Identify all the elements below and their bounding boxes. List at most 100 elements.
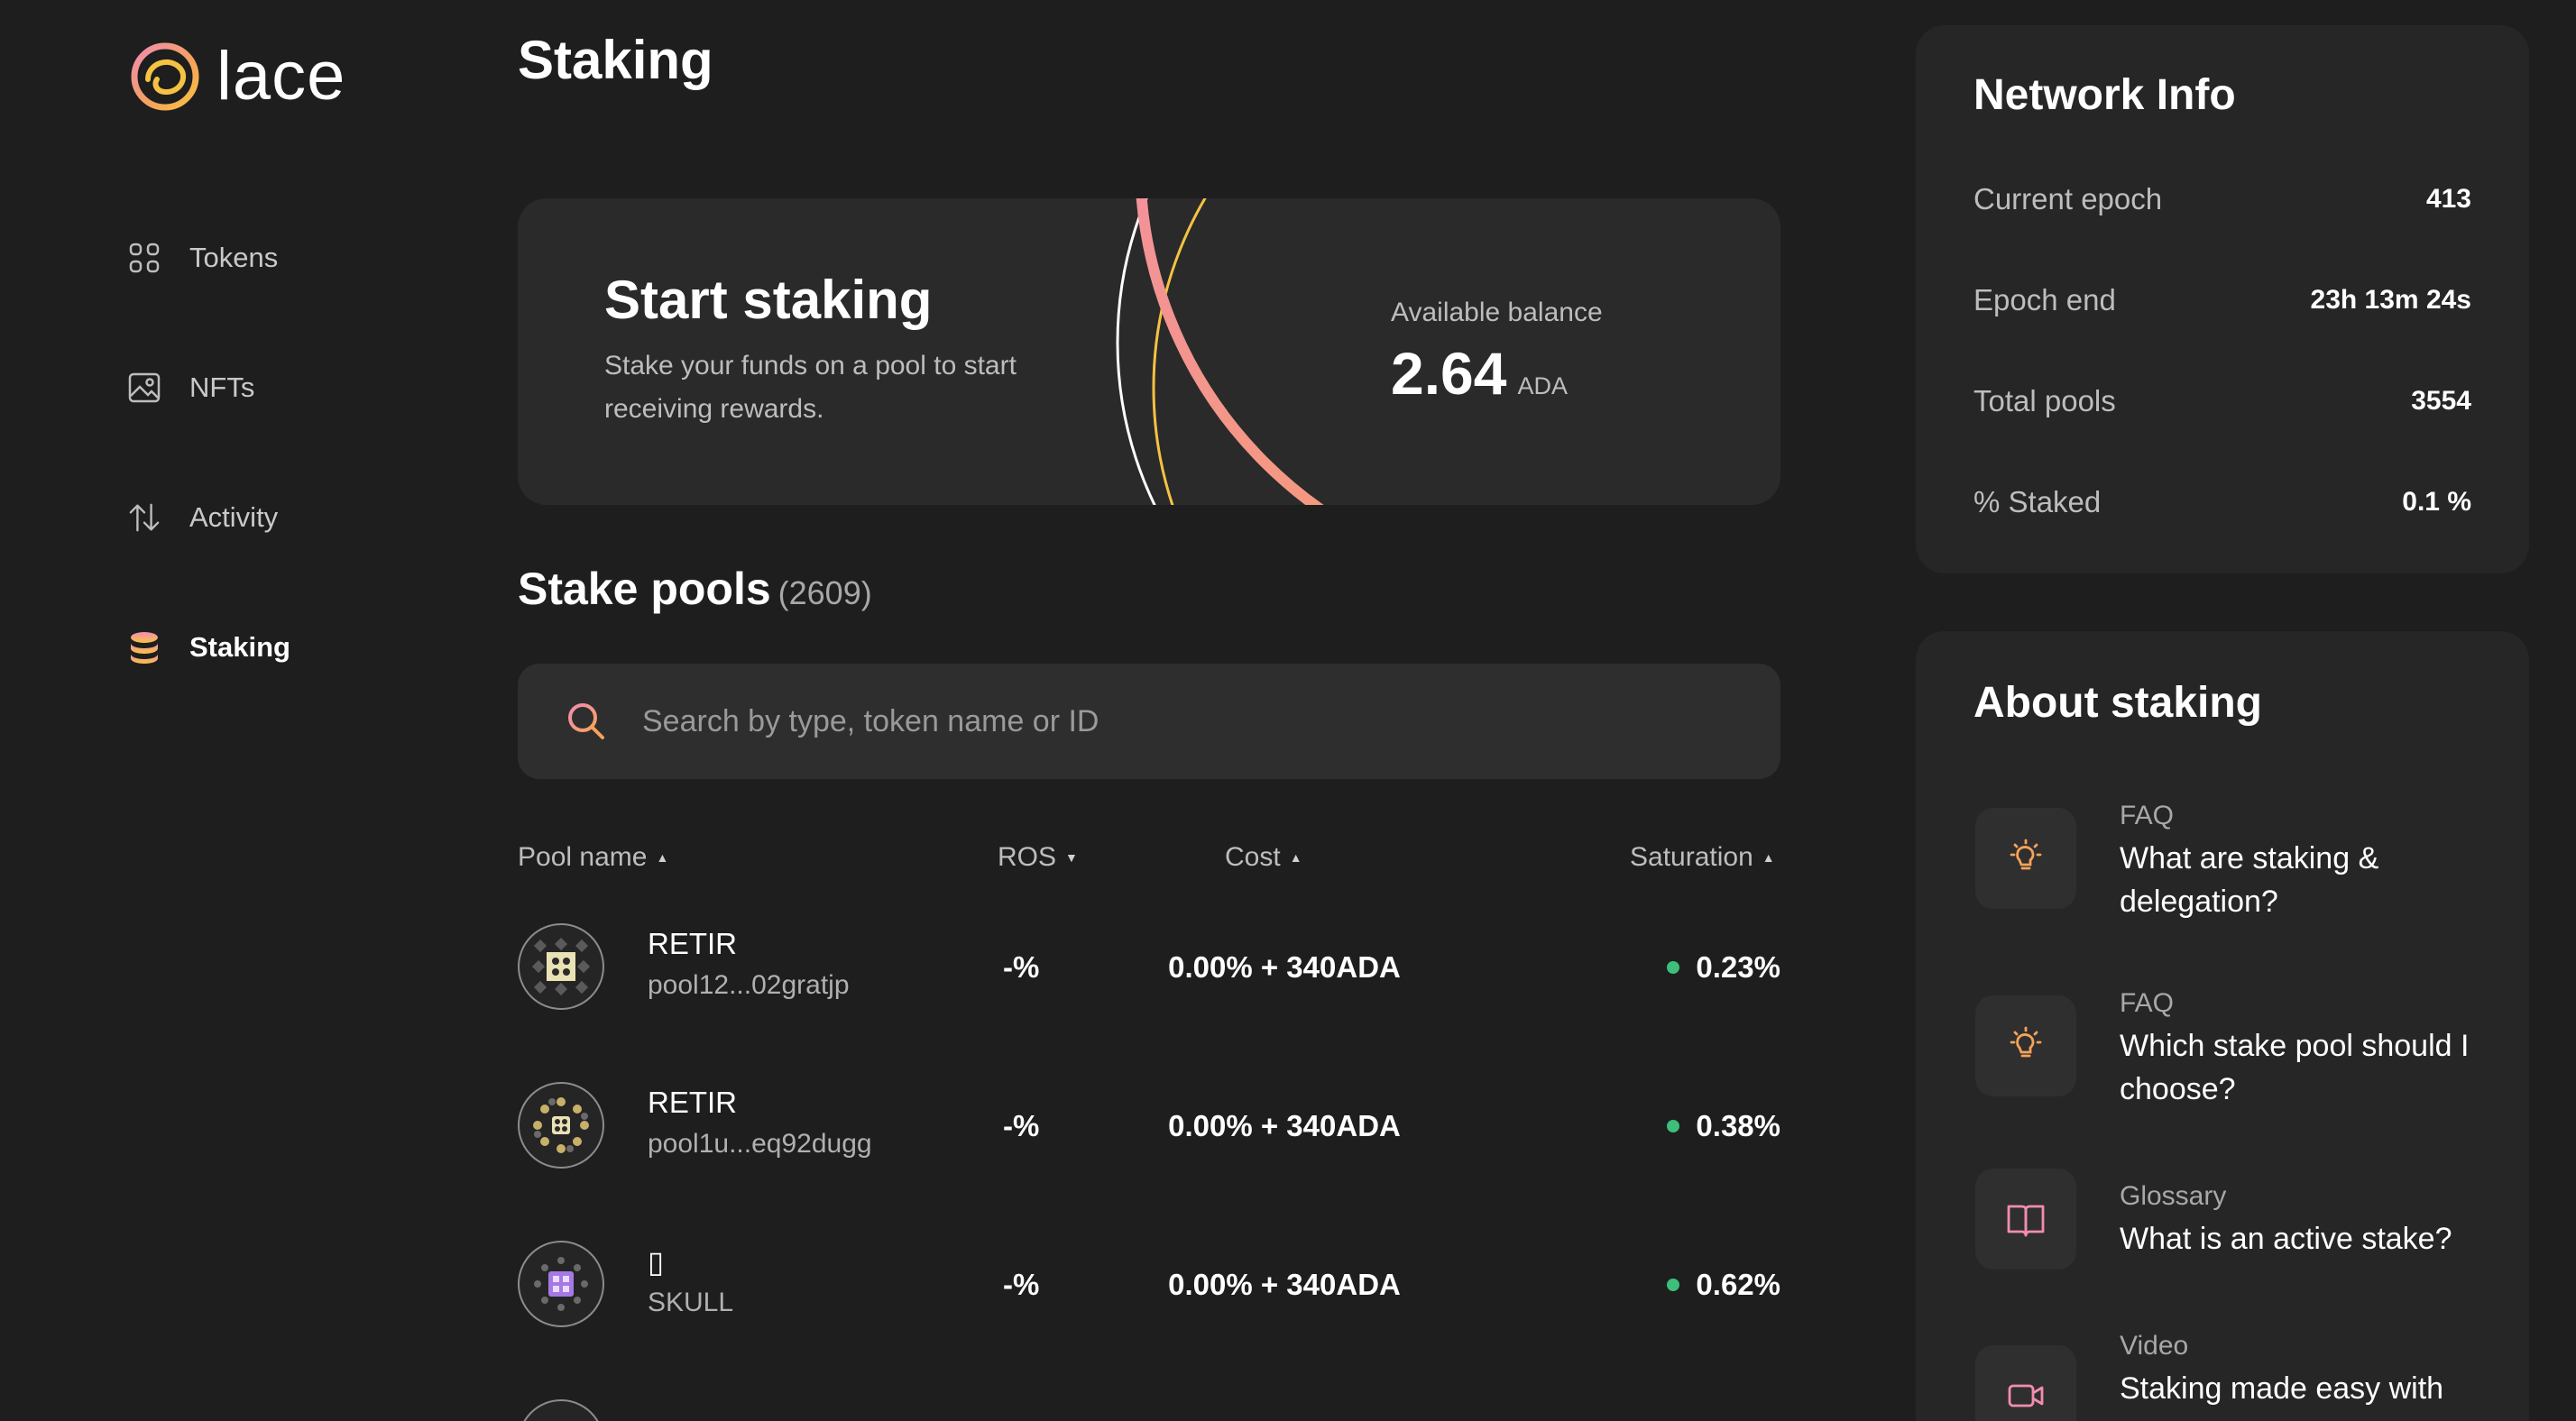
balance-unit: ADA <box>1517 372 1568 399</box>
saturation-status-dot <box>1667 1120 1680 1132</box>
pool-name: RETIR <box>648 927 737 960</box>
pool-avatar <box>518 923 604 1010</box>
lace-logo[interactable]: lace <box>128 40 345 114</box>
saturation-value: 0.62% <box>1696 1268 1780 1301</box>
saturation-status-dot <box>1667 961 1680 974</box>
pool-name: ▯ <box>648 1245 665 1279</box>
search-input[interactable] <box>642 664 1780 779</box>
column-header-cost[interactable]: Cost ▲ <box>1225 842 1302 873</box>
faq-question: What are staking & delegation? <box>2120 841 2379 919</box>
sidebar-item-label: NFTs <box>189 371 255 403</box>
info-value: 0.1 % <box>2402 487 2471 517</box>
coins-stack-icon <box>128 631 161 664</box>
info-value: 3554 <box>2411 386 2471 416</box>
info-value: 413 <box>2425 184 2471 214</box>
search-icon <box>568 703 604 739</box>
balance-value: 2.64 ADA <box>1391 339 1568 408</box>
sort-down-icon: ▼ <box>1065 850 1078 865</box>
glossary-kind: Glossary <box>2120 1181 2227 1211</box>
column-header-label: Saturation <box>1630 842 1753 872</box>
video-item-staking-made-easy[interactable]: Video Staking made easy with <box>1975 1331 2516 1421</box>
page-title: Staking <box>518 30 713 90</box>
sidebar-item-activity[interactable]: Activity <box>128 495 278 540</box>
pool-avatar <box>518 1399 604 1421</box>
logo-text: lace <box>216 38 346 115</box>
sort-up-icon: ▲ <box>1762 850 1775 865</box>
column-header-label: Cost <box>1225 842 1281 872</box>
video-title: Staking made easy with <box>2120 1371 2444 1406</box>
balance-label: Available balance <box>1391 298 1603 327</box>
faq-item-staking-delegation[interactable]: FAQ What are staking & delegation? <box>1975 801 2516 927</box>
pool-avatar <box>518 1241 604 1327</box>
pool-ros: -% <box>1003 1268 1040 1301</box>
column-header-pool-name[interactable]: Pool name ▲ <box>518 842 668 873</box>
column-header-label: Pool name <box>518 842 648 872</box>
pool-cost: 0.00% + 340ADA <box>1168 1109 1401 1142</box>
book-icon <box>1975 1169 2076 1270</box>
video-icon <box>1975 1345 2076 1421</box>
pool-saturation: 0.23% <box>1667 950 1780 985</box>
table-row[interactable]: RETIR pool1u...eq92dugg -% 0.00% + 340AD… <box>518 1080 1780 1170</box>
column-header-ros[interactable]: ROS ▼ <box>998 842 1078 873</box>
lace-logo-icon <box>131 42 199 111</box>
pool-search-bar[interactable] <box>518 664 1780 779</box>
saturation-value: 0.23% <box>1696 950 1780 984</box>
about-staking-card: About staking FAQ What are staking & del… <box>1916 631 2529 1421</box>
column-header-label: ROS <box>998 842 1057 872</box>
sidebar-item-label: Activity <box>189 501 279 533</box>
about-staking-title: About staking <box>1973 679 2262 727</box>
pool-id: pool1u...eq92dugg <box>648 1129 872 1159</box>
start-staking-banner: Start staking Stake your funds on a pool… <box>518 198 1780 505</box>
pool-saturation: 0.38% <box>1667 1109 1780 1143</box>
table-row[interactable]: ▯ SKULL -% 0.00% + 340ADA 0.62% <box>518 1239 1780 1329</box>
faq-question: Which stake pool should I choose? <box>2120 1029 2470 1106</box>
network-info-card: Network Info Current epoch 413 Epoch end… <box>1916 25 2529 573</box>
pool-id: pool12...02gratjp <box>648 970 850 1000</box>
pool-avatar <box>518 1082 604 1169</box>
pool-cost: 0.00% + 340ADA <box>1168 1268 1401 1301</box>
table-row[interactable]: RETIR pool12...02gratjp -% 0.00% + 340AD… <box>518 921 1780 1012</box>
epoch-end-row: Epoch end 23h 13m 24s <box>1973 283 2471 317</box>
info-label: Current epoch <box>1973 182 2163 215</box>
table-row[interactable] <box>518 1398 1780 1421</box>
info-label: Total pools <box>1973 384 2116 417</box>
network-info-title: Network Info <box>1973 71 2236 119</box>
stake-pools-count: (2609) <box>777 574 872 611</box>
lightbulb-icon <box>1975 995 2076 1096</box>
stake-pools-title: Stake pools <box>518 564 771 614</box>
image-icon <box>128 371 161 404</box>
arrows-updown-icon <box>128 501 161 534</box>
glossary-question: What is an active stake? <box>2120 1222 2452 1256</box>
current-epoch-row: Current epoch 413 <box>1973 182 2471 216</box>
sort-up-icon: ▲ <box>656 850 669 865</box>
total-pools-row: Total pools 3554 <box>1973 384 2471 418</box>
pool-ros: -% <box>1003 1109 1040 1142</box>
faq-kind: FAQ <box>2120 801 2175 830</box>
sidebar-item-nfts[interactable]: NFTs <box>128 365 254 410</box>
sidebar-item-label: Staking <box>189 631 290 663</box>
sidebar-item-staking[interactable]: Staking <box>128 625 290 670</box>
sidebar-item-tokens[interactable]: Tokens <box>128 235 278 280</box>
sort-up-icon: ▲ <box>1289 850 1302 865</box>
saturation-status-dot <box>1667 1279 1680 1291</box>
balance-amount: 2.64 <box>1391 340 1507 407</box>
saturation-value: 0.38% <box>1696 1109 1780 1142</box>
stake-pools-heading: Stake pools (2609) <box>518 563 872 615</box>
info-label: Epoch end <box>1973 283 2116 316</box>
hero-title: Start staking <box>604 270 933 330</box>
lightbulb-icon <box>1975 808 2076 909</box>
pool-cost: 0.00% + 340ADA <box>1168 950 1401 984</box>
faq-kind: FAQ <box>2120 988 2175 1018</box>
video-kind: Video <box>2120 1331 2189 1361</box>
info-label: % Staked <box>1973 485 2102 518</box>
glossary-item-active-stake[interactable]: Glossary What is an active stake? <box>1975 1169 2516 1289</box>
info-value: 23h 13m 24s <box>2310 285 2471 315</box>
percent-staked-row: % Staked 0.1 % <box>1973 485 2471 519</box>
pool-ros: -% <box>1003 950 1040 984</box>
faq-item-choose-pool[interactable]: FAQ Which stake pool should I choose? <box>1975 988 2516 1114</box>
sidebar-item-label: Tokens <box>189 242 279 273</box>
column-header-saturation[interactable]: Saturation ▲ <box>1630 842 1775 873</box>
pool-id: SKULL <box>648 1288 734 1317</box>
pool-name: RETIR <box>648 1086 737 1119</box>
grid-icon <box>128 242 161 274</box>
